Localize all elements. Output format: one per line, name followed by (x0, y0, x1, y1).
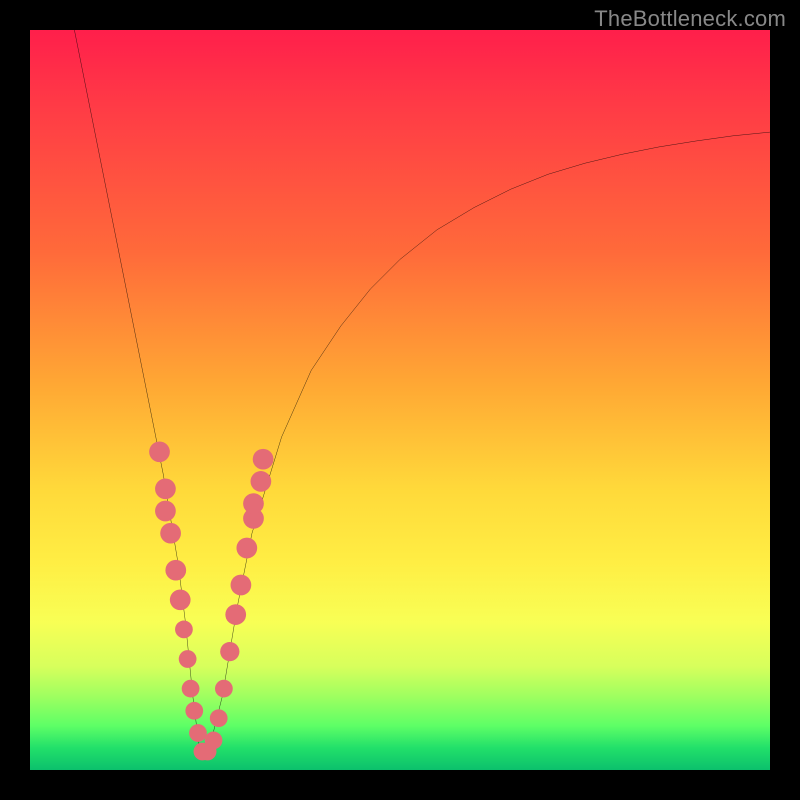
marker-dot (170, 589, 191, 610)
marker-dot (182, 680, 200, 698)
marker-dot (253, 449, 274, 470)
plot-area (30, 30, 770, 770)
marker-dot (149, 441, 170, 462)
marker-dot (160, 523, 181, 544)
chart-frame: TheBottleneck.com (0, 0, 800, 800)
marker-dot (185, 702, 203, 720)
bottleneck-curve-path (74, 30, 770, 755)
marker-dot (251, 471, 272, 492)
marker-dot (189, 724, 207, 742)
marker-dot (225, 604, 246, 625)
watermark-text: TheBottleneck.com (594, 6, 786, 32)
marker-dot (243, 493, 264, 514)
marker-dot (165, 560, 186, 581)
marker-dot (210, 709, 228, 727)
marker-dot (215, 680, 233, 698)
marker-dot (155, 501, 176, 522)
marker-dot (205, 732, 223, 750)
marker-dot (236, 538, 257, 559)
markers-group (149, 441, 273, 760)
curve-svg (30, 30, 770, 770)
marker-dot (155, 478, 176, 499)
marker-dot (179, 650, 197, 668)
marker-dot (220, 642, 239, 661)
marker-dot (175, 621, 193, 639)
marker-dot (231, 575, 252, 596)
